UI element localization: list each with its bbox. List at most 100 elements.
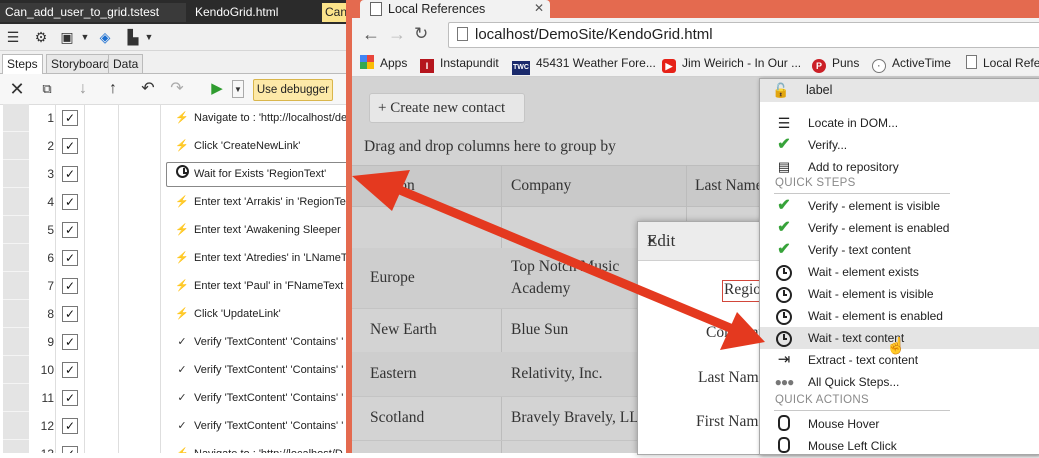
row-header[interactable] bbox=[3, 244, 29, 272]
step-enabled-checkbox[interactable]: ✓ bbox=[62, 362, 78, 378]
move-up-icon[interactable]: ↑ bbox=[104, 80, 122, 98]
menu-item[interactable]: Wait - element is enabled bbox=[760, 305, 1039, 327]
forward-icon[interactable]: → bbox=[388, 24, 406, 44]
browser-tab[interactable]: Local References ✕ bbox=[360, 0, 550, 18]
menu-item[interactable]: ●●● All Quick Steps... bbox=[760, 371, 1039, 393]
step-row[interactable]: 13 ✓ ⚡ Navigate to : 'http://localhost/D bbox=[0, 440, 348, 453]
chevron-down-icon[interactable]: ▼ bbox=[140, 28, 158, 46]
bookmark-puns[interactable]: P Puns bbox=[812, 54, 859, 73]
menu-item[interactable]: Mouse Hover bbox=[760, 413, 1039, 435]
bookmark-weather[interactable]: TWC 45431 Weather Fore... bbox=[512, 54, 656, 75]
move-down-icon[interactable]: ↓ bbox=[74, 80, 92, 98]
menu-item[interactable]: ☰ Locate in DOM... bbox=[760, 112, 1039, 134]
tab-storyboard[interactable]: Storyboard bbox=[46, 54, 115, 73]
tab-steps[interactable]: Steps bbox=[2, 54, 43, 74]
step-enabled-checkbox[interactable]: ✓ bbox=[62, 418, 78, 434]
step-enabled-checkbox[interactable]: ✓ bbox=[62, 334, 78, 350]
row-header[interactable] bbox=[3, 216, 29, 244]
grid-divider bbox=[160, 104, 161, 453]
menu-item-label: Wait - element exists bbox=[808, 265, 919, 279]
step-row[interactable]: 4 ✓ ⚡ Enter text 'Arrakis' in 'RegionTe bbox=[0, 188, 348, 216]
step-enabled-checkbox[interactable]: ✓ bbox=[62, 222, 78, 238]
menu-item[interactable]: Mouse Left Click bbox=[760, 435, 1039, 457]
bookmark-activetime[interactable]: · ActiveTime bbox=[872, 54, 951, 73]
column-header-company[interactable]: Company bbox=[511, 177, 571, 195]
step-row[interactable]: 10 ✓ ✓ Verify 'TextContent' 'Contains' ' bbox=[0, 356, 348, 384]
step-enabled-checkbox[interactable]: ✓ bbox=[62, 194, 78, 210]
row-header[interactable] bbox=[3, 328, 29, 356]
copy-icon[interactable]: ⧉ bbox=[38, 80, 56, 98]
step-enabled-checkbox[interactable]: ✓ bbox=[62, 110, 78, 126]
row-header[interactable] bbox=[3, 300, 29, 328]
step-row[interactable]: 5 ✓ ⚡ Enter text 'Awakening Sleeper bbox=[0, 216, 348, 244]
row-header[interactable] bbox=[3, 160, 29, 188]
step-row[interactable]: 11 ✓ ✓ Verify 'TextContent' 'Contains' ' bbox=[0, 384, 348, 412]
browser-tab-title: Local References bbox=[388, 2, 486, 16]
menu-item[interactable]: ✔ Verify - text content bbox=[760, 239, 1039, 261]
record-icon[interactable]: ◈ bbox=[96, 28, 114, 46]
step-enabled-checkbox[interactable]: ✓ bbox=[62, 166, 78, 182]
menu-icon[interactable]: ☰ bbox=[4, 28, 22, 46]
test-studio-pane: Can_add_user_to_grid.tstest KendoGrid.ht… bbox=[0, 0, 348, 453]
row-header[interactable] bbox=[3, 132, 29, 160]
doc-tab-test[interactable]: Can_add_user_to_grid.tstest bbox=[0, 3, 186, 22]
unlock-icon[interactable]: 🔓 bbox=[772, 82, 789, 99]
step-row[interactable]: 12 ✓ ✓ Verify 'TextContent' 'Contains' ' bbox=[0, 412, 348, 440]
create-new-contact-button[interactable]: + Create new contact bbox=[369, 93, 525, 123]
bookmark-instapundit[interactable]: I Instapundit bbox=[420, 54, 499, 73]
chevron-down-icon[interactable]: ▼ bbox=[76, 28, 94, 46]
step-row[interactable]: 2 ✓ ⚡ Click 'CreateNewLink' bbox=[0, 132, 348, 160]
row-header[interactable] bbox=[3, 104, 29, 132]
bookmark-local-references[interactable]: Local Refe bbox=[966, 54, 1039, 72]
close-tab-icon[interactable]: ✕ bbox=[534, 0, 544, 16]
step-enabled-checkbox[interactable]: ✓ bbox=[62, 138, 78, 154]
column-header-last-name[interactable]: Last Name bbox=[695, 177, 763, 195]
column-header-region[interactable]: Region bbox=[370, 177, 415, 195]
step-row[interactable]: 1 ✓ ⚡ Navigate to : 'http://localhost/de bbox=[0, 104, 348, 132]
bookmark-apps[interactable]: Apps bbox=[360, 54, 407, 72]
step-enabled-checkbox[interactable]: ✓ bbox=[62, 390, 78, 406]
redo-icon[interactable]: ↷ bbox=[168, 80, 186, 98]
doc-tab-kendogrid[interactable]: KendoGrid.html bbox=[190, 3, 318, 22]
steps-toolbar: ✕ ⧉ ↓ ↑ ↶ ↷ ▶ ▼ Use debugger bbox=[0, 74, 348, 105]
settings-icon[interactable]: ⚙ bbox=[32, 28, 50, 46]
menu-item[interactable]: Wait - element is visible bbox=[760, 283, 1039, 305]
step-enabled-checkbox[interactable]: ✓ bbox=[62, 250, 78, 266]
bolt-icon: ⚡ bbox=[175, 196, 189, 208]
menu-item[interactable]: ✔ Verify... bbox=[760, 134, 1039, 156]
undo-icon[interactable]: ↶ bbox=[139, 80, 157, 98]
row-header[interactable] bbox=[3, 412, 29, 440]
step-row[interactable]: 9 ✓ ✓ Verify 'TextContent' 'Contains' ' bbox=[0, 328, 348, 356]
label-first-name: First Name bbox=[696, 413, 766, 430]
studio-toolbar: ☰ ⚙ ▣ ▼ ◈ ▙ ▼ bbox=[0, 24, 348, 51]
run-icon[interactable]: ▶ bbox=[208, 80, 226, 98]
use-debugger-button[interactable]: Use debugger bbox=[253, 79, 333, 101]
menu-item[interactable]: ▤ Add to repository bbox=[760, 156, 1039, 178]
step-row[interactable]: 6 ✓ ⚡ Enter text 'Atredies' in 'LNameT bbox=[0, 244, 348, 272]
row-header[interactable] bbox=[3, 272, 29, 300]
menu-item[interactable]: ✔ Verify - element is enabled bbox=[760, 217, 1039, 239]
bookmark-jim-weirich[interactable]: ▶ Jim Weirich - In Our ... bbox=[662, 54, 801, 73]
row-header[interactable] bbox=[3, 356, 29, 384]
instapundit-icon: I bbox=[420, 59, 434, 73]
reload-icon[interactable]: ↻ bbox=[414, 24, 428, 44]
run-options-chevron-icon[interactable]: ▼ bbox=[232, 80, 244, 98]
address-bar[interactable]: localhost/DemoSite/KendoGrid.html bbox=[448, 22, 1039, 48]
back-icon[interactable]: ← bbox=[362, 24, 380, 44]
step-enabled-checkbox[interactable]: ✓ bbox=[62, 306, 78, 322]
database-icon[interactable]: ▣ bbox=[58, 28, 76, 46]
row-header[interactable] bbox=[3, 188, 29, 216]
step-row[interactable]: 8 ✓ ⚡ Click 'UpdateLink' bbox=[0, 300, 348, 328]
menu-item-label: Verify... bbox=[808, 138, 848, 152]
step-enabled-checkbox[interactable]: ✓ bbox=[62, 278, 78, 294]
menu-item[interactable]: ✔ Verify - element is visible bbox=[760, 195, 1039, 217]
menu-item[interactable]: Wait - element exists bbox=[760, 261, 1039, 283]
row-header[interactable] bbox=[3, 384, 29, 412]
tab-data[interactable]: Data bbox=[108, 54, 144, 73]
step-enabled-checkbox[interactable]: ✓ bbox=[62, 446, 78, 453]
delete-icon[interactable]: ✕ bbox=[8, 80, 26, 98]
row-header[interactable] bbox=[3, 440, 29, 453]
step-row[interactable]: 7 ✓ ⚡ Enter text 'Paul' in 'FNameText bbox=[0, 272, 348, 300]
doc-tab-overflow[interactable]: Can bbox=[322, 3, 348, 22]
step-row[interactable]: 3 ✓ Wait for Exists 'RegionText' bbox=[0, 160, 348, 188]
